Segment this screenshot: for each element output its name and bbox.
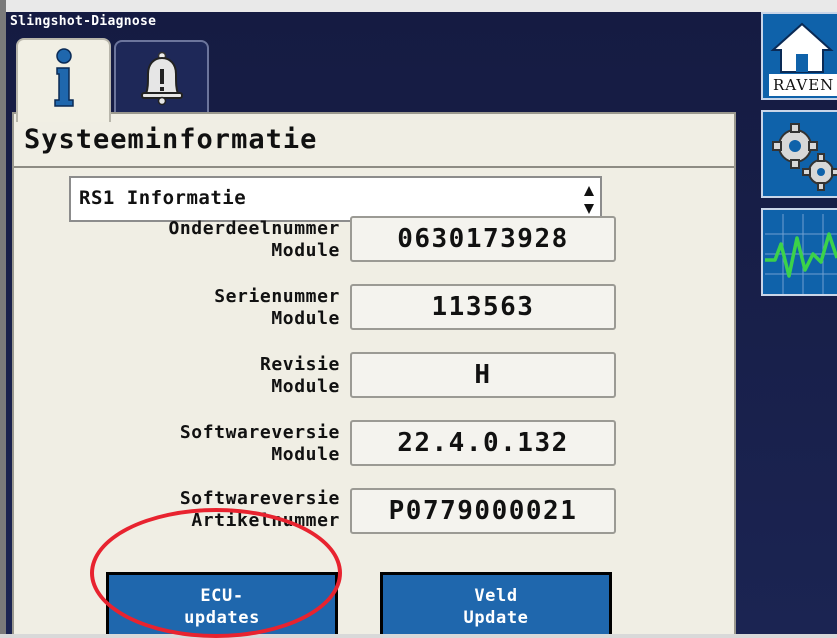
field-label-revision: Revisie Module: [260, 354, 340, 398]
page-title: Systeeminformatie: [24, 124, 318, 155]
field-label-part-number: Onderdeelnummer Module: [168, 218, 340, 262]
field-label-line2: Module: [271, 308, 340, 329]
diagnostics-pulse-icon: [765, 214, 837, 294]
field-value-serial-number: 113563: [350, 284, 616, 330]
tab-alarm[interactable]: [114, 40, 209, 112]
field-label-line2: Module: [271, 240, 340, 261]
field-update-label-line1: Veld: [474, 586, 518, 606]
field-label-software-version: Softwareversie Module: [180, 422, 340, 466]
field-label-line1: Onderdeelnummer: [168, 218, 340, 239]
field-label-line1: Softwareversie: [179, 488, 340, 509]
field-label-line2: Artikelnummer: [191, 510, 340, 531]
field-update-label-line2: Update: [463, 608, 529, 628]
system-info-panel: Systeeminformatie RS1 Informatie Onderde…: [12, 112, 736, 634]
field-value-revision: H: [350, 352, 616, 398]
field-label-line2: Module: [271, 376, 340, 397]
alarm-bell-icon: [140, 51, 183, 106]
field-label-serial-number: Serienummer Module: [214, 286, 340, 330]
field-value-part-number: 0630173928: [350, 216, 616, 262]
module-select-value: RS1 Informatie: [79, 187, 247, 209]
select-arrows-icon: [584, 186, 594, 214]
field-label-line1: Softwareversie: [179, 422, 340, 443]
home-button[interactable]: RAVEN: [761, 12, 837, 100]
tab-info[interactable]: [16, 38, 111, 122]
diagnostics-button[interactable]: [761, 208, 837, 296]
info-icon: [53, 48, 74, 107]
field-value-software-version: 22.4.0.132: [350, 420, 616, 466]
field-label-line1: Revisie: [259, 354, 340, 375]
ecu-updates-button[interactable]: ECU- updates: [106, 572, 338, 634]
field-update-button[interactable]: Veld Update: [380, 572, 612, 634]
home-icon: [770, 22, 834, 73]
field-label-line2: Module: [271, 444, 340, 465]
gears-icon: [772, 123, 837, 191]
app-title: Slingshot-Diagnose: [10, 14, 157, 29]
field-label-line1: Serienummer: [214, 286, 340, 307]
ecu-updates-label-line1: ECU-: [200, 586, 244, 606]
field-label-software-article-number: Softwareversie Artikelnummer: [180, 488, 340, 532]
raven-logo-text: RAVEN: [769, 74, 837, 96]
title-divider: [14, 166, 734, 168]
ecu-updates-label-line2: updates: [184, 608, 260, 628]
settings-button[interactable]: [761, 110, 837, 198]
display-screen: Slingshot-Diagnose Systeeminformatie RS1…: [6, 12, 837, 634]
field-value-software-article-number: P0779000021: [350, 488, 616, 534]
